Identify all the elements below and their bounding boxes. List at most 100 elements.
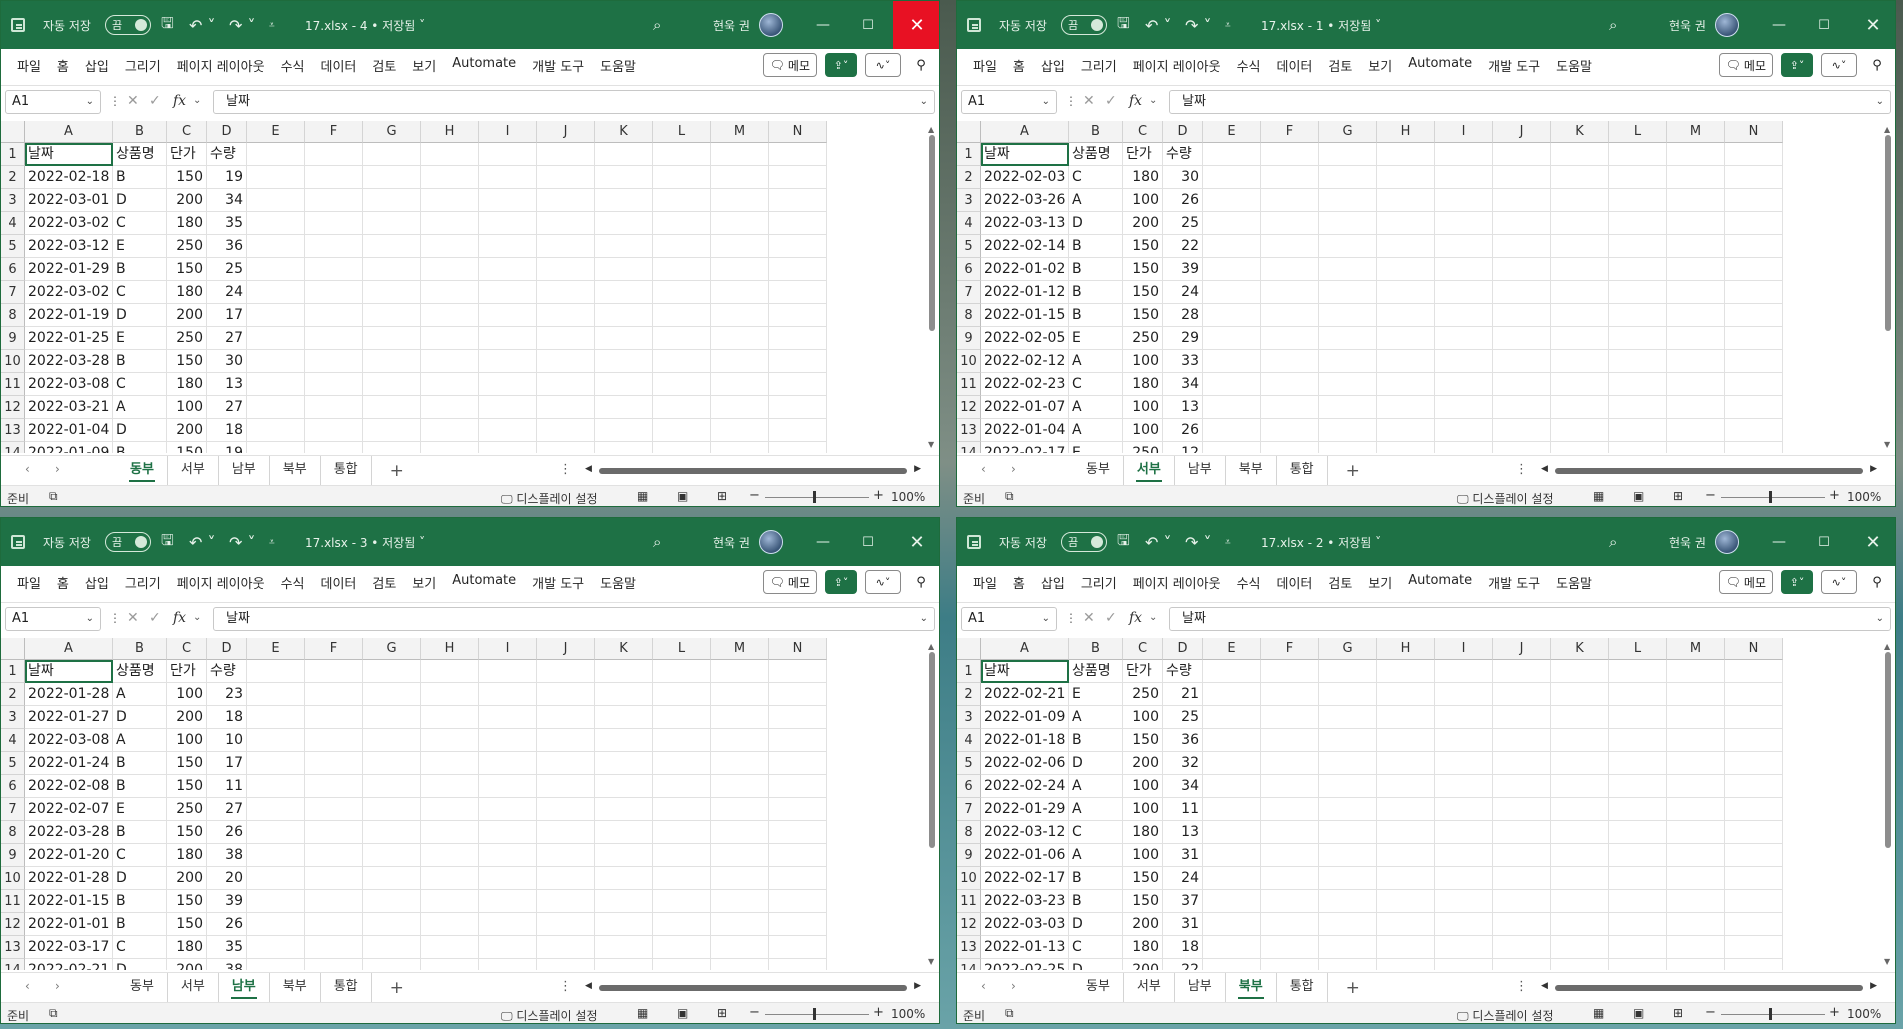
menu-item[interactable]: 파일 bbox=[965, 573, 1005, 592]
cell[interactable]: 150 bbox=[1123, 235, 1163, 258]
cell[interactable] bbox=[1435, 683, 1493, 706]
cell[interactable] bbox=[653, 683, 711, 706]
cell[interactable] bbox=[1435, 844, 1493, 867]
cell[interactable] bbox=[1551, 258, 1609, 281]
cell[interactable]: 150 bbox=[167, 752, 207, 775]
sheet-tab[interactable]: 서부 bbox=[1124, 973, 1175, 1003]
row-header[interactable]: 14 bbox=[1, 959, 25, 970]
cell[interactable] bbox=[1667, 775, 1725, 798]
title-bar[interactable]: 자동 저장 끔 🖫 ↶ ˅ ↷ ˅ ⩡ 17.xlsx - 2 • 저장됨 ˅ … bbox=[957, 518, 1895, 566]
cell[interactable]: 20 bbox=[207, 867, 247, 890]
cell[interactable] bbox=[1377, 212, 1435, 235]
cell[interactable] bbox=[1609, 189, 1667, 212]
cell[interactable] bbox=[711, 258, 769, 281]
cell[interactable] bbox=[1435, 396, 1493, 419]
cell[interactable]: 10 bbox=[207, 729, 247, 752]
cell[interactable]: 250 bbox=[1123, 442, 1163, 453]
cell[interactable] bbox=[769, 959, 827, 970]
cell[interactable] bbox=[1551, 304, 1609, 327]
menu-item[interactable]: 도움말 bbox=[1548, 573, 1600, 592]
cell[interactable] bbox=[1609, 706, 1667, 729]
cell[interactable]: C bbox=[1069, 821, 1123, 844]
cell[interactable] bbox=[1609, 327, 1667, 350]
cell[interactable] bbox=[769, 373, 827, 396]
column-header[interactable]: I bbox=[479, 121, 537, 143]
cell[interactable] bbox=[1493, 396, 1551, 419]
row-header[interactable]: 2 bbox=[1, 683, 25, 706]
cell[interactable] bbox=[421, 821, 479, 844]
cell[interactable]: 29 bbox=[1163, 327, 1203, 350]
cell[interactable] bbox=[1725, 775, 1783, 798]
menu-item[interactable]: Automate bbox=[1400, 573, 1480, 592]
cell[interactable]: 11 bbox=[207, 775, 247, 798]
column-header[interactable]: F bbox=[1261, 121, 1319, 143]
cell[interactable] bbox=[595, 212, 653, 235]
cell[interactable] bbox=[1435, 729, 1493, 752]
cell[interactable] bbox=[479, 913, 537, 936]
row-header[interactable]: 4 bbox=[1, 729, 25, 752]
menu-item[interactable]: 검토 bbox=[364, 573, 404, 592]
row-header[interactable]: 10 bbox=[957, 867, 981, 890]
column-header[interactable]: G bbox=[1319, 121, 1377, 143]
cell[interactable] bbox=[711, 143, 769, 166]
cell[interactable]: 13 bbox=[1163, 396, 1203, 419]
cell[interactable] bbox=[653, 959, 711, 970]
cell[interactable] bbox=[1551, 798, 1609, 821]
sheet-tab[interactable]: 통합 bbox=[1277, 973, 1328, 1003]
cell[interactable]: 2022-01-01 bbox=[25, 913, 113, 936]
row-header[interactable]: 11 bbox=[957, 373, 981, 396]
scroll-thumb[interactable] bbox=[1555, 985, 1863, 991]
cell[interactable] bbox=[1493, 189, 1551, 212]
cell[interactable]: 2022-01-15 bbox=[981, 304, 1069, 327]
column-header[interactable]: C bbox=[167, 638, 207, 660]
cell[interactable] bbox=[595, 683, 653, 706]
persona-icon[interactable]: ⚲ bbox=[1865, 53, 1889, 77]
cell[interactable] bbox=[479, 867, 537, 890]
menu-item[interactable]: 파일 bbox=[9, 56, 49, 75]
cell[interactable] bbox=[537, 867, 595, 890]
cell[interactable]: 180 bbox=[1123, 166, 1163, 189]
row-header[interactable]: 12 bbox=[1, 396, 25, 419]
scroll-left-icon[interactable]: ◀ bbox=[1541, 981, 1548, 991]
add-sheet-button[interactable]: + bbox=[1328, 978, 1378, 998]
spreadsheet-grid[interactable]: ABCDEFGHIJKLMN 1234567891011121314 날짜상품명… bbox=[1, 121, 923, 453]
cell[interactable] bbox=[1551, 143, 1609, 166]
cell[interactable]: 250 bbox=[1123, 327, 1163, 350]
close-icon[interactable]: ✕ bbox=[893, 518, 939, 566]
cell[interactable] bbox=[1435, 281, 1493, 304]
scroll-up-icon[interactable]: ▲ bbox=[928, 125, 934, 134]
scroll-up-icon[interactable]: ▲ bbox=[928, 642, 934, 651]
cell[interactable]: 2022-02-21 bbox=[981, 683, 1069, 706]
scroll-down-icon[interactable]: ▼ bbox=[1884, 440, 1890, 449]
cell[interactable] bbox=[1493, 235, 1551, 258]
cell[interactable]: 2022-03-26 bbox=[981, 189, 1069, 212]
cell[interactable] bbox=[1551, 373, 1609, 396]
sheet-tab[interactable]: 동부 bbox=[1073, 456, 1124, 486]
cell[interactable]: D bbox=[113, 304, 167, 327]
activity-button[interactable]: ∿˅ bbox=[865, 570, 901, 594]
cell[interactable] bbox=[421, 258, 479, 281]
cell[interactable] bbox=[595, 189, 653, 212]
cell[interactable] bbox=[1319, 936, 1377, 959]
row-header[interactable]: 6 bbox=[1, 258, 25, 281]
cell[interactable] bbox=[1609, 235, 1667, 258]
cell[interactable]: 200 bbox=[167, 706, 207, 729]
cell[interactable] bbox=[595, 913, 653, 936]
cell[interactable] bbox=[363, 396, 421, 419]
cell[interactable] bbox=[363, 304, 421, 327]
cell[interactable] bbox=[1493, 143, 1551, 166]
next-sheet-icon[interactable]: › bbox=[55, 462, 60, 476]
column-header[interactable]: D bbox=[1163, 121, 1203, 143]
cell[interactable] bbox=[1435, 350, 1493, 373]
cell[interactable]: 2022-02-08 bbox=[25, 775, 113, 798]
cell[interactable] bbox=[363, 959, 421, 970]
cell[interactable]: 2022-02-14 bbox=[981, 235, 1069, 258]
cell[interactable]: 2022-01-28 bbox=[25, 683, 113, 706]
scroll-up-icon[interactable]: ▲ bbox=[1884, 125, 1890, 134]
cell[interactable] bbox=[247, 304, 305, 327]
column-header[interactable]: I bbox=[1435, 121, 1493, 143]
cell[interactable]: 12 bbox=[1163, 442, 1203, 453]
search-icon[interactable]: ⌕ bbox=[1609, 1, 1617, 49]
cell[interactable] bbox=[305, 821, 363, 844]
vertical-scrollbar[interactable]: ▲ ▼ bbox=[923, 121, 939, 453]
